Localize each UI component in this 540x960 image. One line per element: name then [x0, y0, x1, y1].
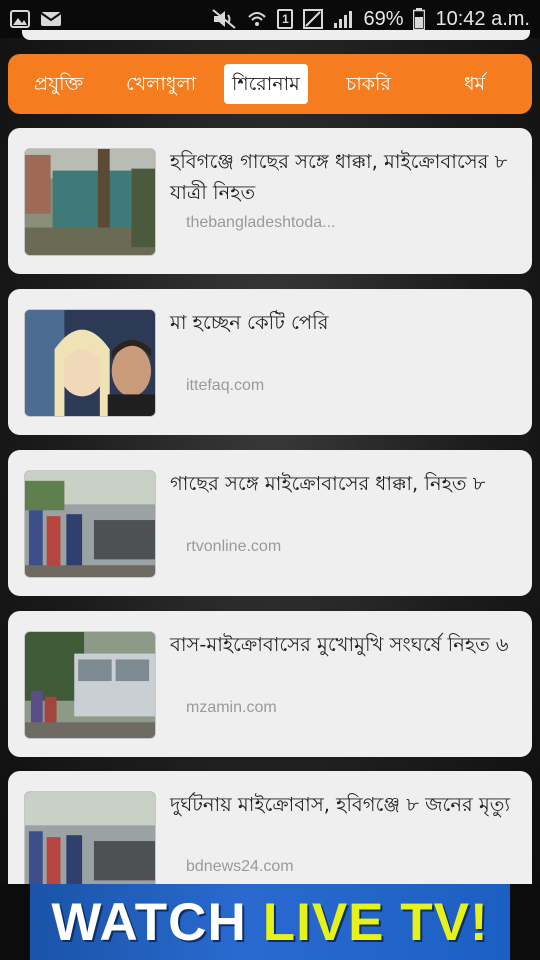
tab-technology[interactable]: প্রযুক্তি: [34, 64, 83, 104]
mute-icon: [212, 9, 237, 29]
previous-card-edge: [22, 30, 530, 40]
news-thumbnail: [24, 791, 156, 899]
news-source: thebangladeshtoda...: [186, 214, 336, 231]
ad-banner[interactable]: WATCH LIVE TV!: [0, 884, 540, 960]
signal-icon: [334, 11, 353, 28]
news-thumbnail: [24, 470, 156, 578]
news-source: mzamin.com: [186, 699, 277, 716]
notification-icons: [10, 10, 62, 28]
news-card[interactable]: গাছের সঙ্গে মাইক্রোবাসের ধাক্কা, নিহত ৮ …: [8, 450, 532, 596]
news-source: rtvonline.com: [186, 538, 282, 555]
news-source: ittefaq.com: [186, 377, 265, 394]
news-title: মা হচ্ছেন কেটি পেরি: [170, 311, 329, 334]
news-thumbnail: [24, 148, 156, 256]
image-notification-icon: [10, 10, 30, 28]
news-title: বাস-মাইক্রোবাসের মুখোমুখি সংঘর্ষে নিহত ৬: [170, 633, 509, 656]
news-thumbnail: [24, 309, 156, 417]
system-icons: 1 69% 10:42 a.m.: [211, 8, 530, 31]
news-card[interactable]: হবিগঞ্জে গাছের সঙ্গে ধাক্কা, মাইক্রোবাসে…: [8, 128, 532, 274]
sim-slot-icon: 1: [277, 9, 294, 29]
tab-religion[interactable]: ধর্ম: [464, 64, 485, 104]
no-signal-icon: [303, 9, 324, 29]
category-tab-bar: প্রযুক্তি খেলাধুলা শিরোনাম চাকরি ধর্ম: [8, 54, 532, 114]
clock: 10:42 a.m.: [435, 7, 530, 30]
tab-sports[interactable]: খেলাধুলা: [126, 64, 196, 104]
news-card[interactable]: বাস-মাইক্রোবাসের মুখোমুখি সংঘর্ষে নিহত ৬…: [8, 611, 532, 757]
ad-word-live-tv: LIVE TV!: [262, 892, 489, 952]
tab-jobs[interactable]: চাকরি: [346, 64, 391, 104]
news-title: হবিগঞ্জে গাছের সঙ্গে ধাক্কা, মাইক্রোবাসে…: [170, 150, 508, 204]
wifi-icon: [248, 12, 267, 26]
news-thumbnail: [24, 631, 156, 739]
watch-live-tv-ad[interactable]: WATCH LIVE TV!: [30, 884, 510, 960]
tab-headlines[interactable]: শিরোনাম: [224, 64, 308, 104]
battery-percent: 69%: [363, 7, 404, 30]
news-card[interactable]: মা হচ্ছেন কেটি পেরি ittefaq.com: [8, 289, 532, 435]
news-source: bdnews24.com: [186, 858, 294, 875]
news-title: গাছের সঙ্গে মাইক্রোবাসের ধাক্কা, নিহত ৮: [170, 472, 486, 495]
ad-word-watch: WATCH: [51, 892, 247, 952]
news-title: দুর্ঘটনায় মাইক্রোবাস, হবিগঞ্জে ৮ জনের ম…: [170, 793, 511, 816]
mail-notification-icon: [40, 12, 62, 26]
battery-icon: [413, 8, 426, 30]
